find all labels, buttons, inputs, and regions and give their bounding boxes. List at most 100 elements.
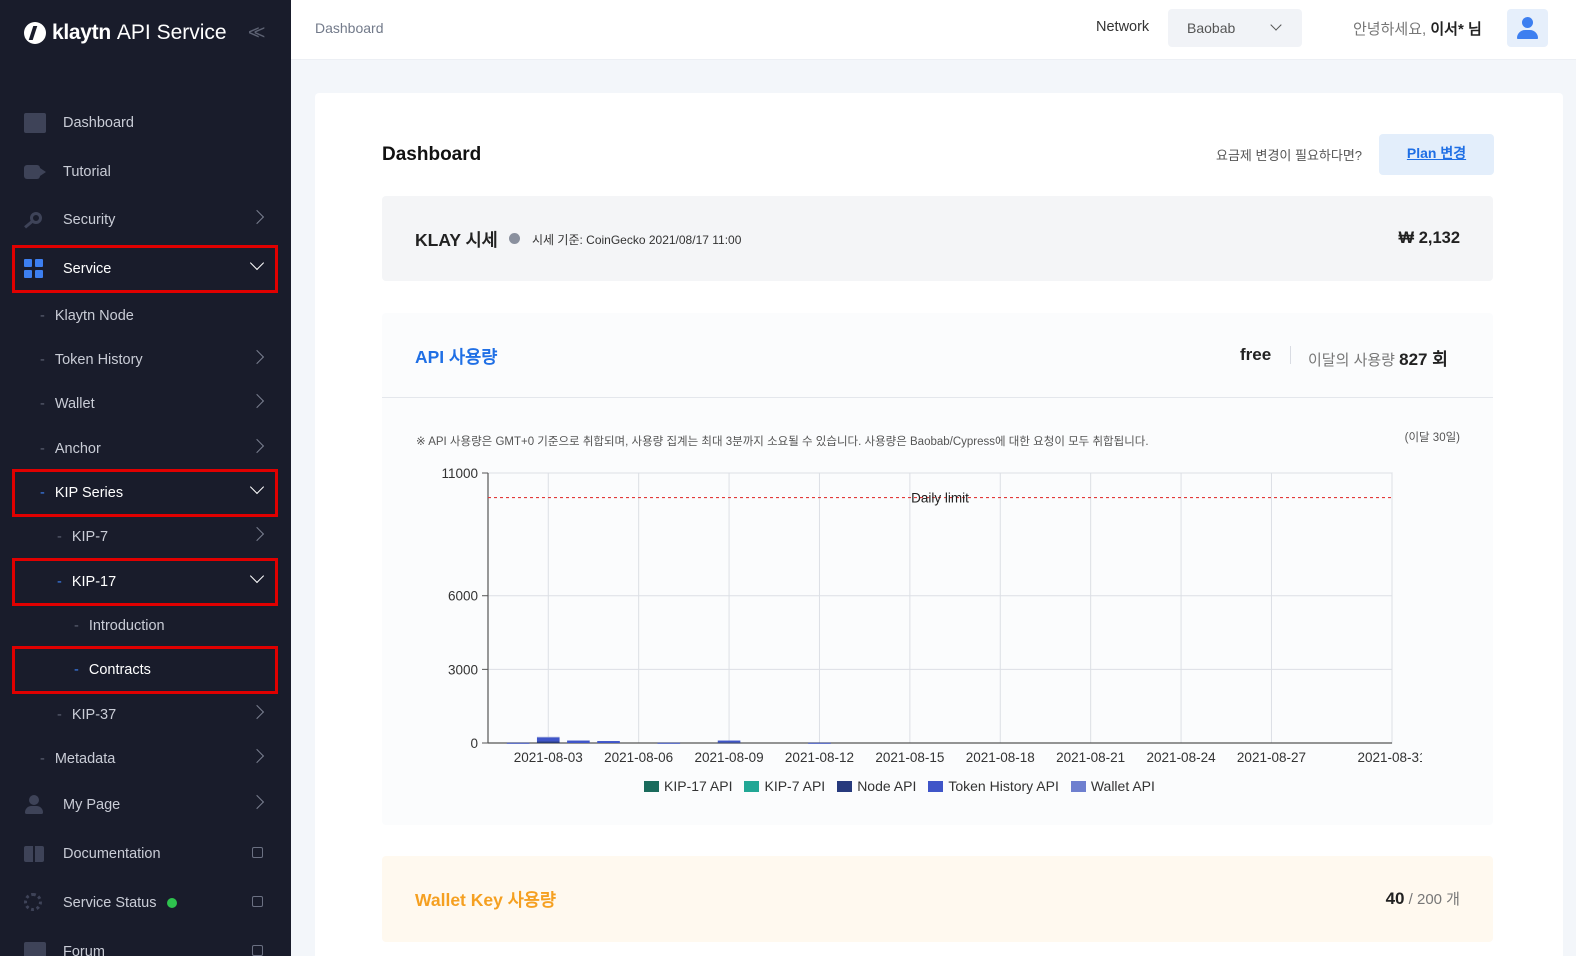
user-icon <box>24 795 44 815</box>
sidebar-item-introduction[interactable]: - Introduction <box>0 606 291 646</box>
sidebar-item-wallet[interactable]: - Wallet <box>0 384 291 424</box>
chevron-right-icon <box>249 704 265 720</box>
monthly-usage: 이달의 사용량 827 회 <box>1308 350 1448 369</box>
network-select[interactable]: Baobab <box>1168 9 1302 47</box>
collapse-sidebar-icon[interactable]: << <box>248 22 266 45</box>
brand-logo[interactable]: klaytn API Service <box>24 20 227 46</box>
klay-source: 시세 기준: CoinGecko 2021/08/17 11:00 <box>532 233 742 247</box>
brand-word: klaytn <box>52 21 111 44</box>
api-usage-panel: API 사용량 free 이달의 사용량 827 회 ※ API 사용량은 GM… <box>382 313 1493 825</box>
sidebar-item-contracts[interactable]: - Contracts <box>0 650 291 690</box>
sidebar-item-label: Tutorial <box>63 164 111 180</box>
sidebar-item-dashboard[interactable]: Dashboard <box>0 103 291 143</box>
legend-item[interactable]: Token History API <box>928 778 1059 794</box>
plan-name: free <box>1240 345 1272 364</box>
avatar[interactable] <box>1507 9 1548 47</box>
bar-token-history-api <box>536 737 560 742</box>
user-name: 이서* 님 <box>1430 21 1482 38</box>
sidebar-item-label: Dashboard <box>63 115 134 131</box>
legend-label: Token History API <box>948 778 1059 794</box>
legend-swatch <box>1070 780 1086 792</box>
x-tick-label: 2021-08-03 <box>514 750 583 765</box>
sidebar-item-klaytn-node[interactable]: - Klaytn Node <box>0 296 291 336</box>
sidebar-item-service-status[interactable]: Service Status <box>0 883 291 923</box>
sidebar-item-token-history[interactable]: - Token History <box>0 340 291 380</box>
y-tick-label: 0 <box>470 736 478 751</box>
sidebar-item-kip-17[interactable]: - KIP-17 <box>0 562 291 602</box>
api-usage-title: API 사용량 <box>415 347 498 367</box>
sidebar-item-tutorial[interactable]: Tutorial <box>0 152 291 192</box>
legend-swatch <box>644 780 659 792</box>
legend-item[interactable]: KIP-7 API <box>744 778 825 794</box>
sidebar-item-my-page[interactable]: My Page <box>0 785 291 825</box>
external-link-icon <box>252 945 263 956</box>
sidebar-item-label: KIP Series <box>54 485 124 501</box>
legend-swatch <box>744 780 760 792</box>
api-usage-header: API 사용량 free 이달의 사용량 827 회 <box>382 313 1493 398</box>
legend-item[interactable]: Wallet API <box>1070 778 1155 794</box>
monitor-icon <box>24 113 46 133</box>
page-title: Dashboard <box>382 144 482 165</box>
greeting: 안녕하세요, 이서* 님 <box>1353 21 1482 38</box>
forum-icon <box>24 942 46 956</box>
network-select-value: Baobab <box>1187 20 1236 36</box>
sidebar-item-documentation[interactable]: Documentation <box>0 834 291 874</box>
x-tick-label: 2021-08-15 <box>875 750 944 765</box>
sidebar-item-forum[interactable]: Forum <box>0 932 291 956</box>
klay-price: ₩ 2,132 <box>1398 229 1460 247</box>
chevron-right-icon <box>249 438 265 454</box>
legend-swatch <box>837 780 853 792</box>
x-tick-label: 2021-08-21 <box>1056 750 1125 765</box>
api-usage-note: ※ API 사용량은 GMT+0 기준으로 취합되며, 사용량 집계는 최대 3… <box>416 436 1149 448</box>
y-tick-label: 3000 <box>448 662 478 677</box>
sidebar-item-kip-7[interactable]: - KIP-7 <box>0 517 291 557</box>
wallet-key-title: Wallet Key 사용량 <box>415 890 557 910</box>
sidebar-item-label: Token History <box>54 352 143 368</box>
legend-label: KIP-7 API <box>764 778 826 794</box>
external-link-icon <box>252 847 263 858</box>
bar-token-history-api <box>808 742 831 744</box>
info-icon[interactable] <box>509 233 520 244</box>
brand-sub: API Service <box>116 21 227 44</box>
legend-label: Node API <box>857 778 917 794</box>
chevron-right-icon <box>249 349 265 365</box>
x-tick-label: 2021-08-06 <box>604 750 673 765</box>
chevron-right-icon <box>249 748 265 764</box>
x-tick-label: 2021-08-18 <box>966 750 1035 765</box>
sidebar-item-security[interactable]: Security <box>0 200 291 240</box>
top-header: Dashboard Network Baobab 안녕하세요, 이서* 님 <box>291 0 1576 60</box>
legend-label: Wallet API <box>1090 778 1155 794</box>
sidebar-item-label: My Page <box>63 797 121 813</box>
divider <box>1290 346 1291 364</box>
x-tick-label: 2021-08-24 <box>1147 750 1217 765</box>
external-link-icon <box>252 896 263 907</box>
bar-token-history-api <box>717 740 741 743</box>
status-online-dot <box>166 898 177 908</box>
breadcrumb[interactable]: Dashboard <box>315 20 384 36</box>
chevron-down-icon <box>249 479 265 495</box>
sidebar-item-label: Forum <box>63 944 105 956</box>
legend-item[interactable]: KIP-17 API <box>644 778 732 794</box>
api-usage-range: (이달 30일) <box>1404 432 1460 444</box>
sidebar-item-service[interactable]: Service <box>0 249 291 289</box>
bar-node-api <box>717 742 741 744</box>
x-tick-label: 2021-08-31 <box>1357 750 1422 765</box>
sidebar-item-metadata[interactable]: - Metadata <box>0 739 291 779</box>
sidebar-item-kip-series[interactable]: - KIP Series <box>0 473 291 513</box>
klaytn-logo-icon <box>24 22 46 44</box>
legend-item[interactable]: Node API <box>837 778 916 794</box>
wallet-key-total: / 200 개 <box>1408 891 1460 908</box>
sidebar-item-kip-37[interactable]: - KIP-37 <box>0 695 291 735</box>
bar-token-history-api <box>506 742 530 744</box>
sidebar-item-label: KIP-37 <box>71 707 117 723</box>
sidebar-item-label: Metadata <box>54 751 116 767</box>
api-usage-chart: 2021-08-03 2021-08-06 2021-08-09 2021-08-12… <box>441 466 1422 765</box>
chevron-down-icon <box>1270 19 1282 31</box>
sidebar-item-anchor[interactable]: - Anchor <box>0 429 291 469</box>
x-tick-label: 2021-08-12 <box>785 750 854 765</box>
network-label: Network <box>1096 19 1150 35</box>
plan-change-button[interactable]: Plan 변경 <box>1379 134 1494 175</box>
wallet-key-used: 40 <box>1385 889 1405 908</box>
chevron-right-icon <box>249 526 265 542</box>
klay-price-panel: KLAY 시세 시세 기준: CoinGecko 2021/08/17 11:0… <box>382 196 1493 281</box>
